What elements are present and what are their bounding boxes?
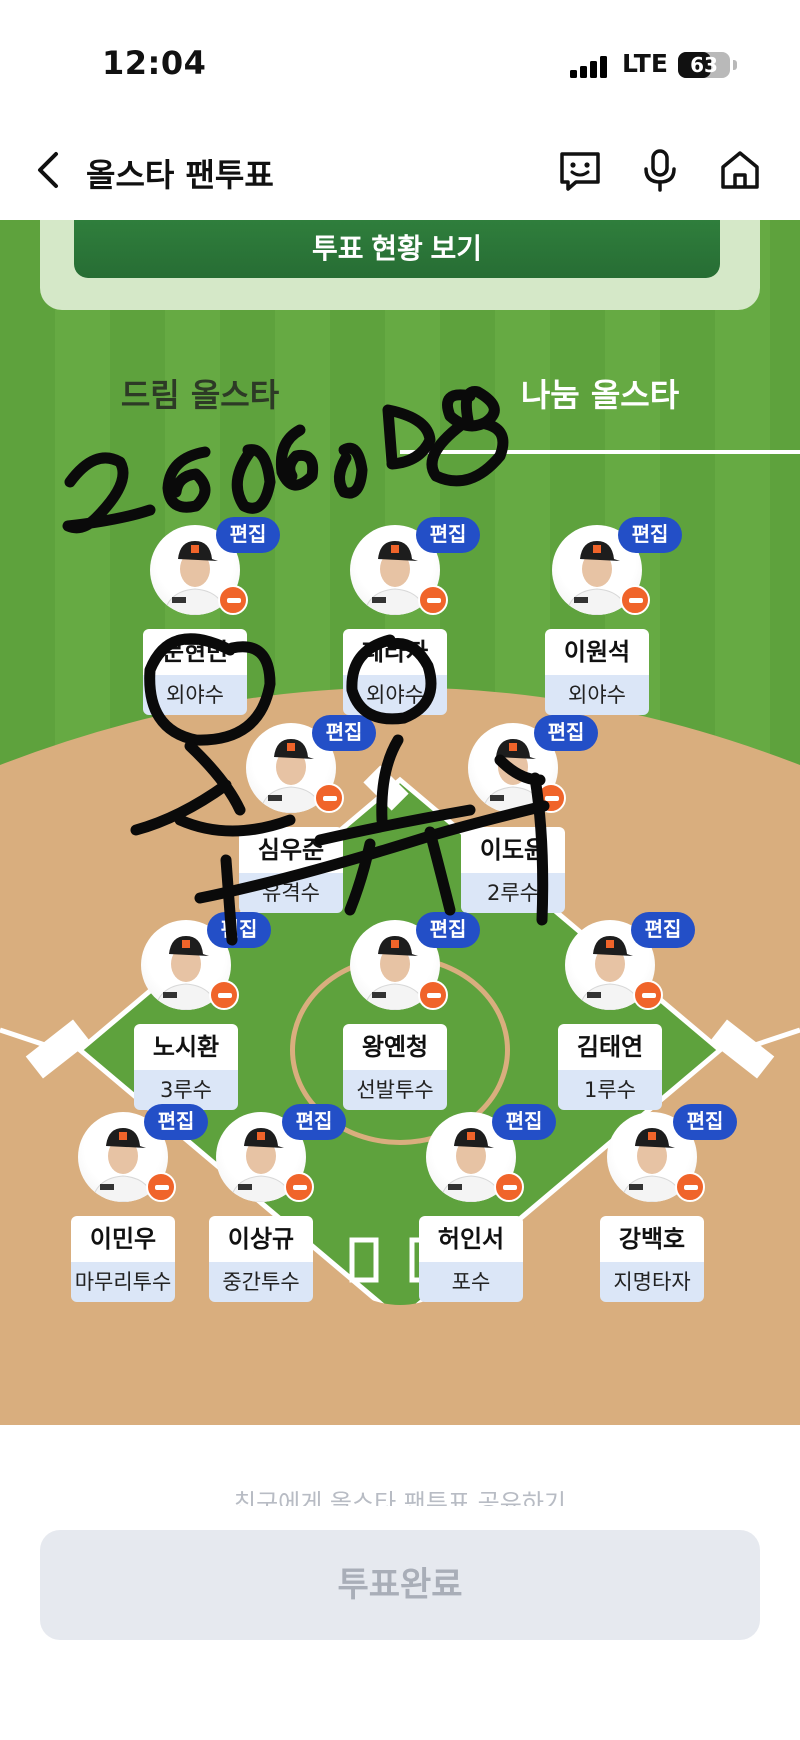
battery-cap — [733, 60, 737, 70]
player-card[interactable]: 편집 이민우 마무리투수 — [58, 1104, 208, 1312]
team-logo-icon — [418, 585, 448, 615]
player-label: 이도윤 2루수 — [461, 827, 565, 913]
player-name: 노시환 — [134, 1024, 238, 1070]
player-card[interactable]: 편집페라자 외야수 — [330, 517, 480, 725]
edit-button[interactable]: 편집 — [534, 715, 598, 751]
player-label: 이원석 외야수 — [545, 629, 649, 715]
team-logo-icon — [633, 980, 663, 1010]
edit-button[interactable]: 편집 — [216, 517, 280, 553]
player-position: 지명타자 — [600, 1262, 704, 1302]
player-card[interactable]: 편집이상규 중간투수 — [196, 1104, 346, 1312]
edit-button[interactable]: 편집 — [207, 912, 271, 948]
edit-button[interactable]: 편집 — [416, 912, 480, 948]
network-type: LTE — [622, 49, 668, 78]
player-card[interactable]: 편집김태연 1루수 — [545, 912, 695, 1120]
player-label: 문현빈 외야수 — [143, 629, 247, 715]
player-position: 중간투수 — [209, 1262, 313, 1302]
player-label: 이민우 마무리투수 — [71, 1216, 175, 1302]
player-position: 마무리투수 — [71, 1262, 175, 1302]
player-name: 문현빈 — [143, 629, 247, 675]
player-card[interactable]: 편집심우준 유격수 — [226, 715, 376, 923]
chat-face-icon — [560, 152, 600, 191]
player-position: 포수 — [419, 1262, 523, 1302]
player-position: 외야수 — [343, 675, 447, 715]
player-position: 1루수 — [558, 1070, 662, 1110]
player-label: 심우준 유격수 — [239, 827, 343, 913]
team-logo-icon — [209, 980, 239, 1010]
vote-status-button[interactable]: 투표 현황 보기 — [74, 220, 720, 278]
team-logo-icon — [620, 585, 650, 615]
player-label: 이상규 중간투수 — [209, 1216, 313, 1302]
team-logo-icon — [536, 783, 566, 813]
app-header: 올스타 팬투표 — [0, 120, 800, 220]
edit-button[interactable]: 편집 — [673, 1104, 737, 1140]
player-card[interactable]: 편집강백호 지명타자 — [587, 1104, 737, 1312]
status-time: 12:04 — [102, 44, 207, 82]
player-position: 선발투수 — [343, 1070, 447, 1110]
back-button[interactable] — [30, 146, 70, 194]
player-name: 이도윤 — [461, 827, 565, 873]
player-name: 왕옌청 — [343, 1024, 447, 1070]
team-logo-icon — [675, 1172, 705, 1202]
edit-button[interactable]: 편집 — [282, 1104, 346, 1140]
microphone-icon — [644, 149, 676, 192]
page-title: 올스타 팬투표 — [86, 156, 274, 194]
cellular-signal-icon — [570, 56, 610, 78]
player-label: 노시환 3루수 — [134, 1024, 238, 1110]
team-logo-icon — [218, 585, 248, 615]
player-name: 페라자 — [343, 629, 447, 675]
player-label: 페라자 외야수 — [343, 629, 447, 715]
battery-icon: 63 — [678, 52, 730, 78]
lineup-field: 투표 현황 보기 드림 올스타 나눔 올스타 편집 문현빈 외야수 편집 페라자 외야수 편… — [0, 220, 800, 1425]
selected-tab-indicator — [400, 450, 800, 454]
player-name: 김태연 — [558, 1024, 662, 1070]
player-card[interactable]: 편집이도윤 2루수 — [448, 715, 598, 923]
edit-button[interactable]: 편집 — [312, 715, 376, 751]
player-label: 왕옌청 선발투수 — [343, 1024, 447, 1110]
team-logo-icon — [494, 1172, 524, 1202]
player-name: 허인서 — [419, 1216, 523, 1262]
team-logo-icon — [418, 980, 448, 1010]
home-icon — [721, 151, 759, 189]
edit-button[interactable]: 편집 — [631, 912, 695, 948]
voice-search-button[interactable] — [636, 146, 684, 194]
vote-complete-button[interactable]: 투표완료 — [40, 1530, 760, 1640]
player-card[interactable]: 편집이원석 외야수 — [532, 517, 682, 725]
player-name: 강백호 — [600, 1216, 704, 1262]
player-card[interactable]: 편집왕옌청 선발투수 — [330, 912, 480, 1120]
chevron-left-icon — [38, 152, 58, 188]
player-name: 이원석 — [545, 629, 649, 675]
vote-status-card: 투표 현황 보기 — [40, 220, 760, 310]
team-logo-icon — [146, 1172, 176, 1202]
team-logo-icon — [314, 783, 344, 813]
player-card[interactable]: 편집문현빈 외야수 — [130, 517, 280, 725]
battery-level: 63 — [690, 53, 718, 77]
tab-nanum-allstar[interactable]: 나눔 올스타 — [400, 365, 800, 425]
edit-button[interactable]: 편집 — [416, 517, 480, 553]
team-logo-icon — [284, 1172, 314, 1202]
player-label: 허인서 포수 — [419, 1216, 523, 1302]
status-bar: 12:04 LTE 63 — [0, 0, 800, 120]
player-position: 외야수 — [545, 675, 649, 715]
player-position: 2루수 — [461, 873, 565, 913]
home-button[interactable] — [716, 146, 764, 194]
player-card[interactable]: 편집허인서 포수 — [406, 1104, 556, 1312]
player-name: 심우준 — [239, 827, 343, 873]
player-label: 김태연 1루수 — [558, 1024, 662, 1110]
share-link[interactable]: 친구에게 올스타 팬투표 공유하기 — [0, 1486, 800, 1506]
player-label: 강백호 지명타자 — [600, 1216, 704, 1302]
player-position: 유격수 — [239, 873, 343, 913]
player-position: 외야수 — [143, 675, 247, 715]
chatbot-button[interactable] — [556, 146, 604, 194]
player-name: 이상규 — [209, 1216, 313, 1262]
edit-button[interactable]: 편집 — [618, 517, 682, 553]
edit-button[interactable]: 편집 — [492, 1104, 556, 1140]
player-card[interactable]: 편집노시환 3루수 — [121, 912, 271, 1120]
player-name: 이민우 — [71, 1216, 175, 1262]
tab-dream-allstar[interactable]: 드림 올스타 — [0, 365, 400, 425]
